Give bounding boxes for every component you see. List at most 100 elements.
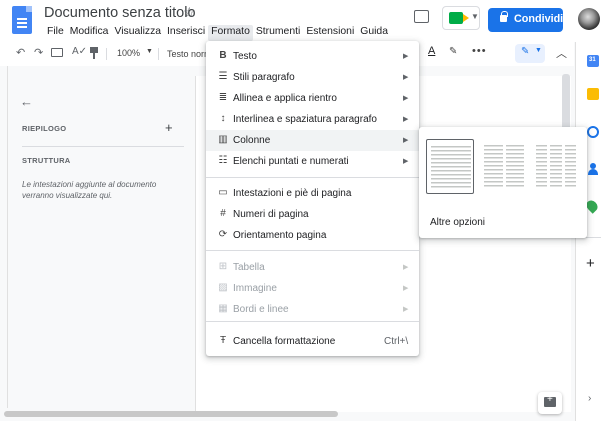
add-comment-button[interactable] [538, 392, 562, 414]
star-icon[interactable]: ☆ [183, 4, 196, 21]
menu-item-label: Allinea e applica rientro [233, 93, 337, 104]
pencil-icon: ✎ [521, 46, 530, 57]
format-menu-item-colonne[interactable]: ▥ Colonne ▶ [206, 130, 419, 151]
menu-item-label: Cancella formattazione [233, 336, 336, 347]
line-spacing-icon: ↕ [220, 113, 226, 124]
format-menu-item-testo[interactable]: B Testo ▶ [206, 46, 419, 67]
menu-formato[interactable]: Formato [208, 25, 253, 41]
comments-icon[interactable] [414, 10, 429, 23]
app-header: Documento senza titolo ☆ File Modifica Vis… [0, 0, 610, 42]
format-menu-item-immagine: ▨ Immagine ▶ [206, 278, 419, 299]
menu-item-label: Orientamento pagina [233, 230, 327, 241]
menu-divider [206, 177, 419, 178]
horizontal-scrollbar[interactable] [4, 411, 338, 417]
menu-item-shortcut: Ctrl+\ [384, 336, 409, 347]
tasks-icon[interactable] [587, 126, 599, 138]
side-panel-divider [585, 237, 601, 238]
structure-hint: Le intestazioni aggiunte al documento ve… [22, 180, 157, 200]
format-menu-item-cancella-formattazione[interactable]: Ŧ Cancella formattazione Ctrl+\ [206, 331, 419, 352]
paint-format-icon[interactable] [90, 47, 98, 59]
more-options-item[interactable]: Altre opzioni [430, 217, 485, 228]
one-column-option[interactable] [426, 139, 474, 194]
three-columns-option[interactable] [532, 139, 580, 194]
plus-icon[interactable]: + [586, 255, 595, 272]
menu-guida[interactable]: Guida [357, 25, 391, 41]
submenu-arrow-icon: ▶ [403, 116, 409, 123]
highlight-icon[interactable]: ✎ [449, 46, 457, 57]
docs-logo-icon[interactable] [12, 6, 32, 34]
menu-file[interactable]: File [44, 25, 67, 41]
column-lines [484, 145, 503, 187]
editing-mode-button[interactable]: ✎ ▼ [515, 44, 545, 63]
bold-icon: B [219, 50, 227, 61]
submenu-arrow-icon: ▶ [403, 264, 409, 271]
format-menu-item-stili-paragrafo[interactable]: ☰ Stili paragrafo ▶ [206, 67, 419, 88]
column-lines [550, 145, 562, 187]
format-menu-item-interlinea-e-spaziatura-paragrafo[interactable]: ↕ Interlinea e spaziatura paragrafo ▶ [206, 109, 419, 130]
text-color-icon[interactable]: A [428, 45, 435, 57]
format-menu-item-numeri-di-pagina[interactable]: # Numeri di pagina [206, 204, 419, 225]
menu-item-label: Tabella [233, 262, 265, 273]
submenu-arrow-icon: ▶ [403, 137, 409, 144]
format-menu-item-allinea-e-applica-rientro[interactable]: ≣ Allinea e applica rientro ▶ [206, 88, 419, 109]
outline-panel: ← RIEPILOGO + STRUTTURA Le intestazioni … [8, 66, 188, 408]
meet-button[interactable]: ▼ [442, 6, 480, 30]
two-columns-option[interactable] [480, 139, 528, 194]
add-summary-icon[interactable]: + [165, 120, 173, 135]
menu-item-label: Immagine [233, 283, 277, 294]
format-menu-item-elenchi-puntati-e-numerati[interactable]: ☷ Elenchi puntati e numerati ▶ [206, 151, 419, 172]
image-icon: ▨ [218, 282, 228, 293]
meet-icon [449, 12, 469, 24]
arrow-back-icon[interactable]: ← [20, 94, 33, 109]
chevron-down-icon: ▼ [146, 48, 153, 55]
column-lines [564, 145, 576, 187]
zoom-select[interactable]: 100% [117, 48, 140, 58]
menu-modifica[interactable]: Modifica [67, 25, 112, 41]
docs-window: Documento senza titolo ☆ File Modifica Vis… [0, 0, 610, 421]
paragraph-styles-icon: ☰ [218, 71, 228, 82]
menu-item-label: Colonne [233, 135, 271, 146]
hash-icon: # [220, 208, 226, 219]
menu-item-label: Stili paragrafo [233, 72, 295, 83]
format-menu-item-orientamento-pagina[interactable]: ⟳ Orientamento pagina [206, 225, 419, 246]
format-menu-item-bordi-e-linee: ▦ Bordi e linee ▶ [206, 299, 419, 320]
page-orientation-icon: ⟳ [218, 229, 228, 240]
chevron-up-icon[interactable]: ︿ [556, 45, 567, 61]
clear-format-icon: Ŧ [219, 335, 227, 346]
column-lines [505, 145, 524, 187]
submenu-arrow-icon: ▶ [403, 95, 409, 102]
submenu-arrow-icon: ▶ [403, 53, 409, 60]
menu-strumenti[interactable]: Strumenti [253, 25, 303, 41]
toolbar-divider [158, 48, 159, 60]
document-title[interactable]: Documento senza titolo [44, 5, 196, 21]
menu-divider [206, 321, 419, 322]
table-icon: ⊞ [218, 261, 228, 272]
avatar[interactable] [578, 8, 600, 30]
more-options-icon[interactable]: ••• [472, 45, 487, 57]
print-icon[interactable] [51, 48, 63, 57]
menu-visualizza[interactable]: Visualizza [111, 25, 164, 41]
share-button[interactable]: Condividi [488, 8, 563, 32]
lock-icon [500, 11, 508, 22]
style-select[interactable]: Testo norm [167, 49, 212, 59]
menu-estensioni[interactable]: Estensioni [303, 25, 357, 41]
format-menu-item-intestazioni-e-piè-di-pagina[interactable]: ▭ Intestazioni e piè di pagina [206, 183, 419, 204]
format-menu: B Testo ▶ ☰ Stili paragrafo ▶ ≣ Allinea e appli… [206, 41, 419, 356]
contacts-icon[interactable] [587, 163, 599, 175]
chevron-right-icon[interactable]: › [588, 393, 591, 404]
redo-icon[interactable]: ↷ [34, 46, 43, 59]
column-lines [536, 145, 548, 187]
toolbar-divider [106, 48, 107, 60]
column-lines [431, 146, 471, 188]
menu-item-label: Bordi e linee [233, 304, 289, 315]
submenu-arrow-icon: ▶ [403, 74, 409, 81]
chevron-down-icon: ▼ [535, 47, 542, 54]
share-button-label: Condividi [514, 13, 564, 25]
columns-submenu: Altre opzioni [419, 127, 587, 238]
vertical-scrollbar[interactable] [562, 74, 570, 134]
undo-icon[interactable]: ↶ [16, 46, 25, 59]
keep-icon[interactable] [587, 88, 599, 100]
menu-inserisci[interactable]: Inserisci [164, 25, 208, 41]
spellcheck-icon[interactable]: A✓ [72, 46, 87, 57]
calendar-icon[interactable] [587, 55, 599, 67]
